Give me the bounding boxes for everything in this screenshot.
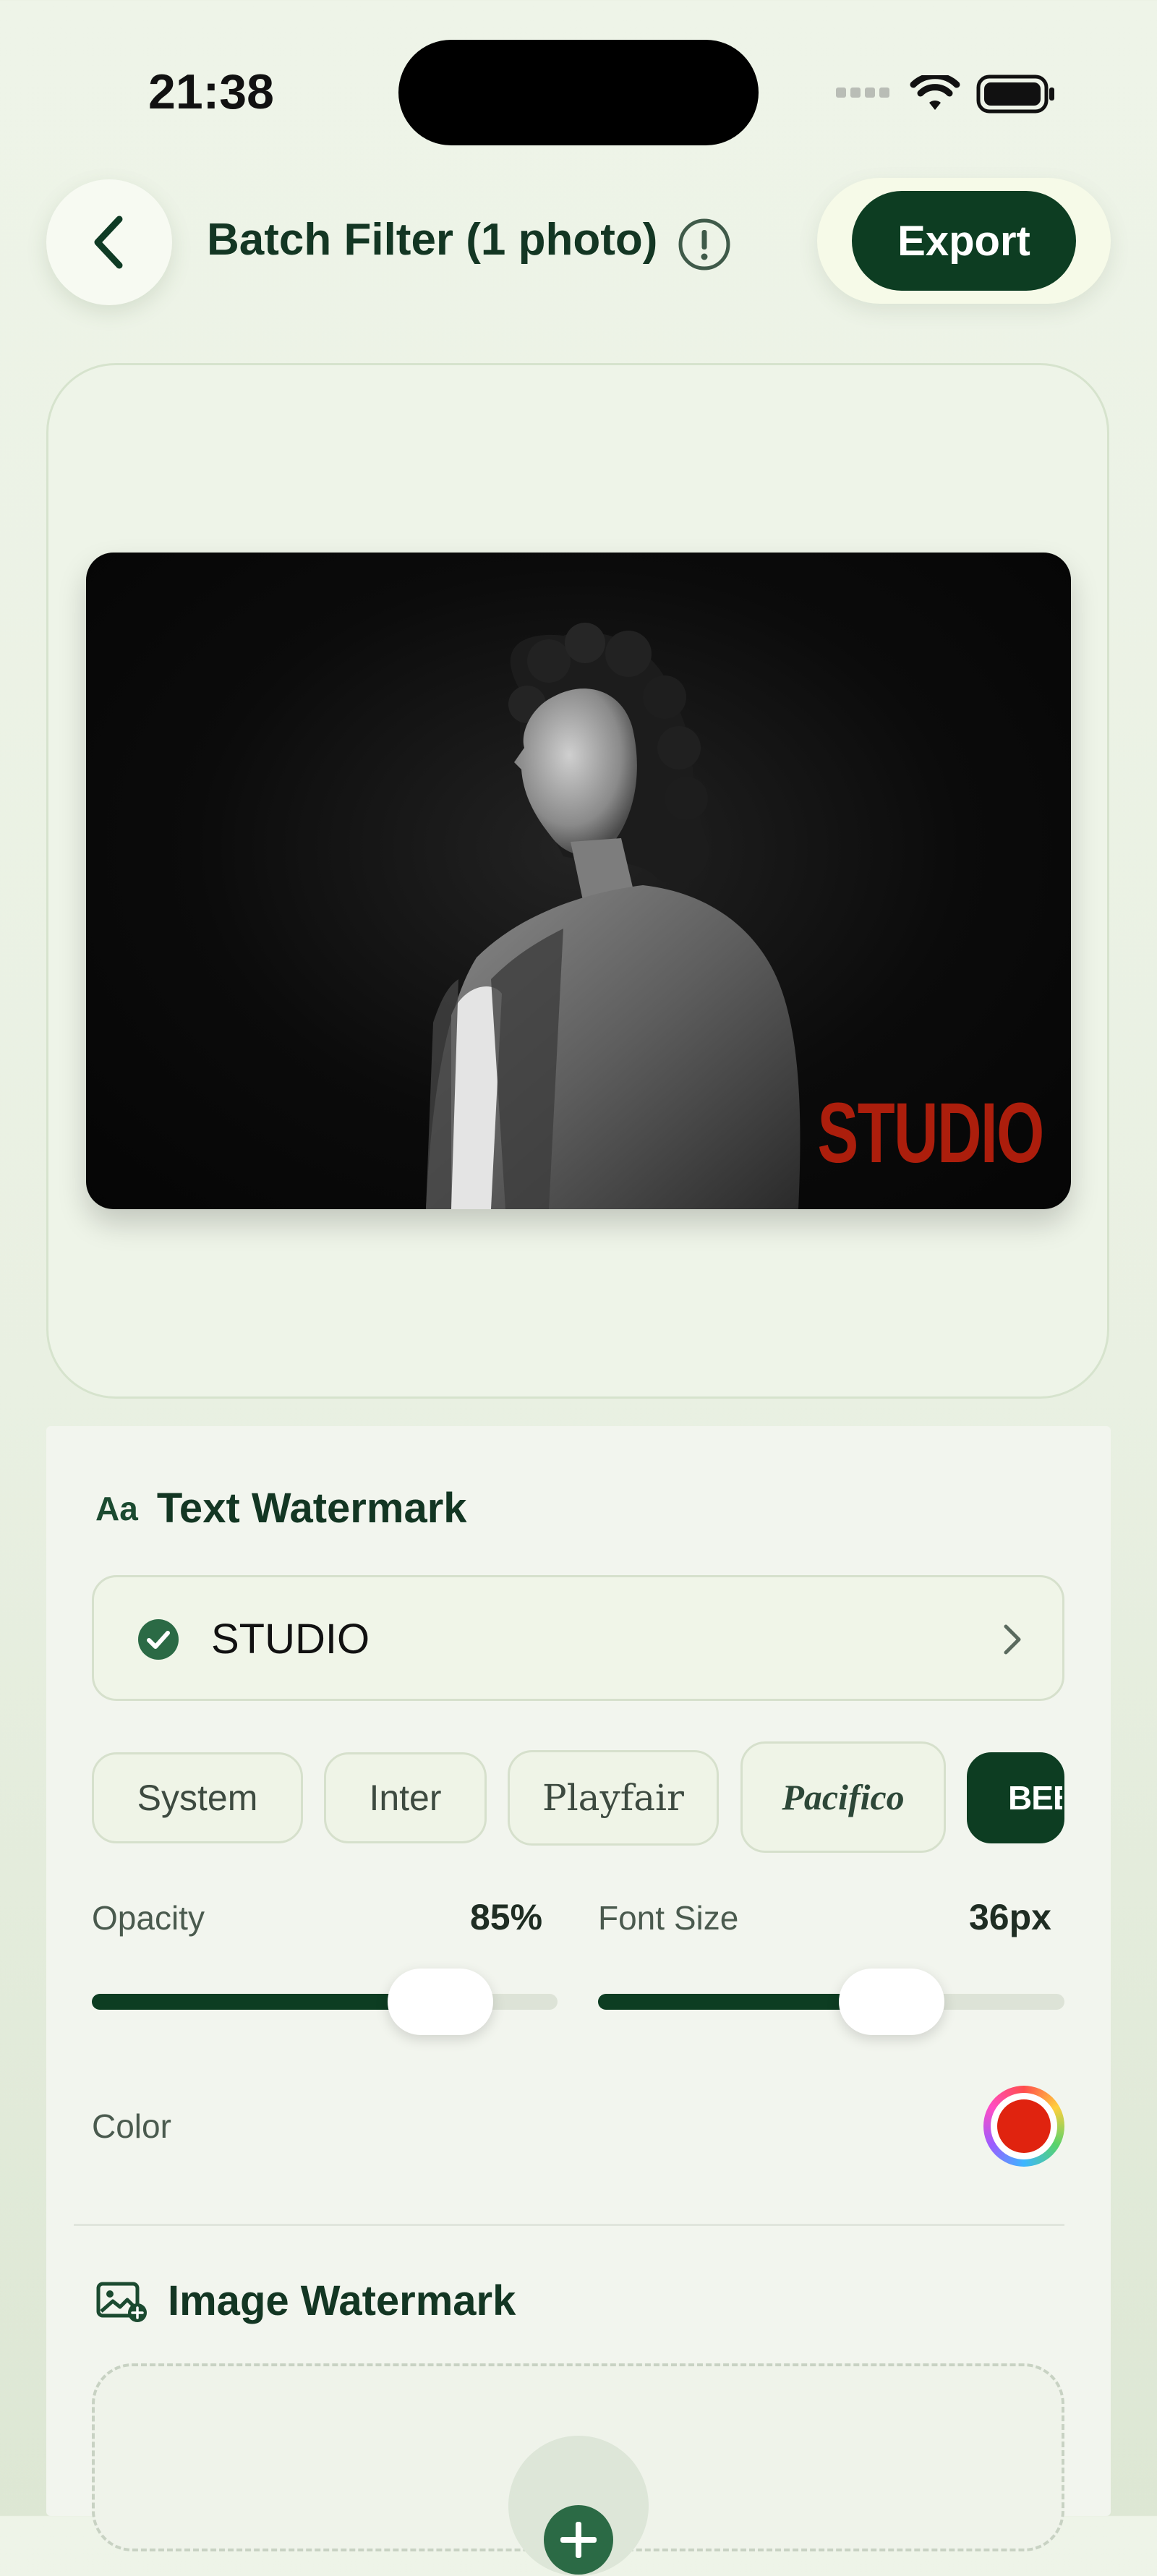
chevron-left-icon [94, 216, 123, 269]
opacity-slider[interactable] [92, 1969, 558, 2035]
image-watermark-header: Image Watermark [95, 2277, 516, 2325]
font-chip-playfair[interactable]: Playfair [508, 1750, 719, 1846]
opacity-label: Opacity [92, 1899, 205, 1937]
selected-color-swatch [997, 2099, 1051, 2153]
export-button-container: Export [817, 178, 1111, 304]
back-button[interactable] [46, 179, 172, 305]
font-chip-bebas[interactable]: BEBAS [967, 1752, 1064, 1843]
check-circle-icon [138, 1619, 179, 1660]
status-icons [836, 69, 1056, 119]
battery-icon [976, 74, 1054, 114]
cellular-signal-icon [836, 87, 894, 101]
dynamic-island [398, 40, 759, 145]
info-icon[interactable] [677, 217, 732, 272]
watermark-text-value: STUDIO [211, 1616, 370, 1663]
font-size-slider[interactable] [598, 1969, 1064, 2035]
photo-preview: STUDIO [86, 553, 1071, 1209]
font-chip-system[interactable]: System [92, 1752, 303, 1843]
image-watermark-title: Image Watermark [168, 2277, 516, 2324]
status-time: 21:38 [148, 64, 274, 119]
chevron-right-icon [1004, 1624, 1021, 1655]
watermark-overlay-text: STUDIO [817, 1086, 1045, 1181]
page-title: Batch Filter (1 photo) [207, 215, 658, 265]
font-size-label: Font Size [598, 1899, 739, 1937]
add-image-icon [96, 2282, 147, 2322]
text-format-icon: Aa [95, 1489, 138, 1527]
export-button[interactable]: Export [852, 191, 1076, 291]
text-watermark-title: Text Watermark [156, 1485, 467, 1532]
color-picker-button[interactable] [983, 2086, 1064, 2167]
text-watermark-header: Aa Text Watermark [95, 1484, 467, 1532]
plus-icon [544, 2505, 613, 2575]
opacity-value: 85% [470, 1897, 543, 1937]
font-chip-inter[interactable]: Inter [324, 1752, 487, 1843]
watermark-text-field[interactable]: STUDIO [92, 1575, 1064, 1701]
add-image-button[interactable] [508, 2436, 649, 2576]
wifi-icon [910, 75, 960, 110]
font-size-slider-thumb[interactable] [839, 1969, 945, 2035]
opacity-slider-thumb[interactable] [387, 1969, 493, 2035]
font-chip-pacifico[interactable]: Pacifico [740, 1741, 946, 1853]
color-label: Color [92, 2107, 171, 2145]
section-divider [74, 2224, 1064, 2226]
font-size-value: 36px [969, 1897, 1051, 1937]
